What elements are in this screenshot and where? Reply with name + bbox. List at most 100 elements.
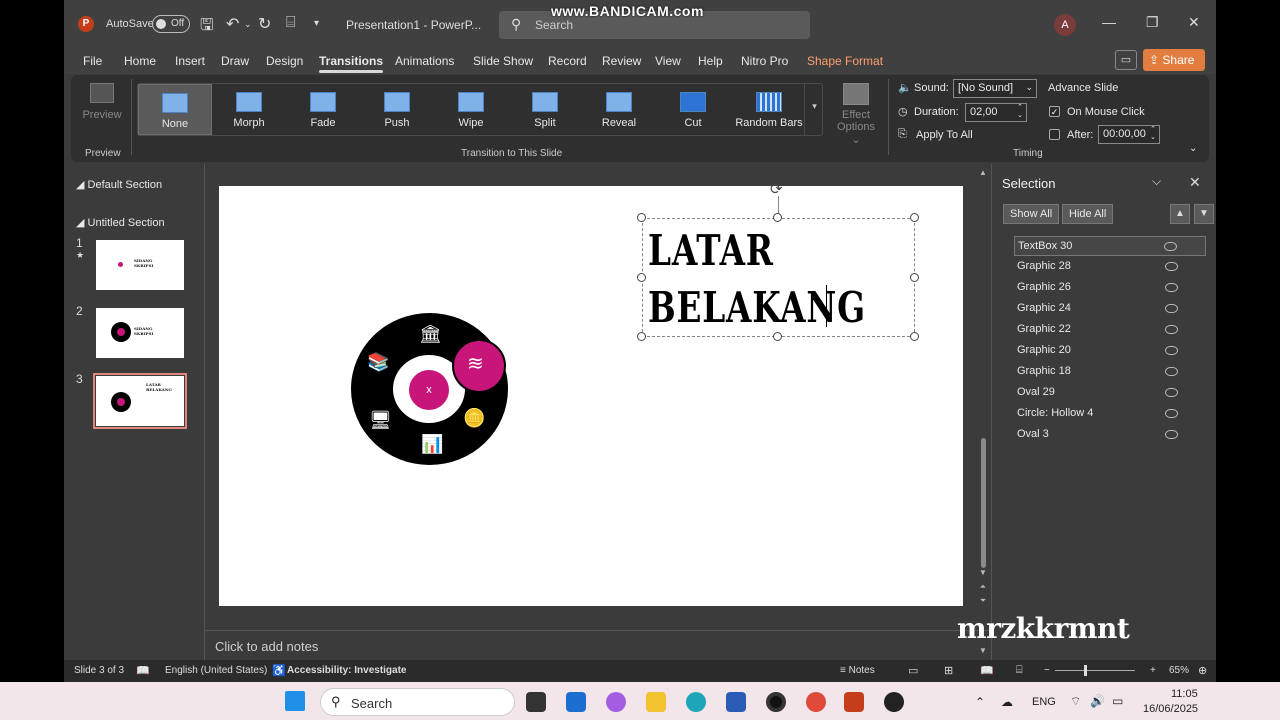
- collapse-ribbon-icon[interactable]: ⌄: [1189, 143, 1197, 154]
- tab-record[interactable]: Record: [548, 54, 587, 68]
- tab-view[interactable]: View: [655, 54, 681, 68]
- tab-draw[interactable]: Draw: [221, 54, 249, 68]
- bring-forward-icon[interactable]: ▲: [1170, 204, 1190, 224]
- oval-3-wheel[interactable]: x 🏛 ≋ 📚 🪙 🖥 📊: [351, 313, 508, 465]
- chrome-icon[interactable]: [806, 692, 826, 712]
- tab-animations[interactable]: Animations: [395, 54, 454, 68]
- transition-cut[interactable]: Cut: [656, 84, 730, 135]
- selection-item[interactable]: Circle: Hollow 4: [1014, 404, 1206, 424]
- pane-options-icon[interactable]: ⌵: [1152, 174, 1161, 189]
- scroll-up-icon[interactable]: ▲: [977, 168, 989, 177]
- section-default[interactable]: ◢ Default Section: [76, 178, 162, 191]
- preview-button[interactable]: Preview: [81, 81, 123, 131]
- transition-wipe[interactable]: Wipe: [434, 84, 508, 135]
- tab-insert[interactable]: Insert: [175, 54, 205, 68]
- coins-icon[interactable]: 🪙: [463, 409, 485, 427]
- section-untitled[interactable]: ◢ Untitled Section: [76, 216, 165, 229]
- duration-input[interactable]: 02,00 ⌃ ⌄: [965, 103, 1027, 122]
- selection-item[interactable]: Graphic 22: [1014, 320, 1206, 340]
- resize-handle-e[interactable]: [910, 273, 919, 282]
- volume-icon[interactable]: 🔊: [1090, 694, 1105, 708]
- selection-item[interactable]: Graphic 24: [1014, 299, 1206, 319]
- oval-center[interactable]: x: [409, 370, 449, 410]
- selection-item[interactable]: Graphic 26: [1014, 278, 1206, 298]
- visibility-eye-icon[interactable]: [1165, 367, 1178, 376]
- visibility-eye-icon[interactable]: [1165, 388, 1178, 397]
- present-icon[interactable]: ⌸: [286, 14, 296, 32]
- redo-icon[interactable]: ↻: [258, 14, 271, 34]
- resize-handle-nw[interactable]: [637, 213, 646, 222]
- transition-morph[interactable]: Morph: [212, 84, 286, 135]
- resize-handle-ne[interactable]: [910, 213, 919, 222]
- reading-view-icon[interactable]: 📖: [980, 664, 994, 677]
- visibility-eye-icon[interactable]: [1165, 430, 1178, 439]
- save-icon[interactable]: 🖫: [200, 14, 214, 41]
- after-spinner-icon[interactable]: ⌃ ⌄: [1150, 126, 1156, 142]
- store-icon[interactable]: [566, 692, 586, 712]
- clock-time[interactable]: 11:05: [1171, 688, 1198, 700]
- tab-home[interactable]: Home: [124, 54, 156, 68]
- spelling-icon[interactable]: 📖: [136, 664, 150, 677]
- computer-icon[interactable]: 🖥: [369, 411, 392, 429]
- zoom-out-icon[interactable]: −: [1044, 665, 1050, 676]
- undo-icon[interactable]: ↶: [226, 14, 239, 34]
- avatar[interactable]: A: [1054, 14, 1076, 36]
- word-icon[interactable]: [726, 692, 746, 712]
- zoom-in-icon[interactable]: +: [1150, 665, 1156, 676]
- taskbar-search[interactable]: ⚲ Search: [320, 688, 515, 716]
- battery-icon[interactable]: ▭: [1112, 694, 1123, 708]
- slide-thumbnail-2[interactable]: SIDANG SKRIPSI: [96, 308, 184, 358]
- selection-item[interactable]: Oval 3: [1014, 425, 1206, 445]
- language-label[interactable]: English (United States): [165, 665, 267, 676]
- customize-toolbar-icon[interactable]: ▾: [314, 18, 319, 29]
- tab-design[interactable]: Design: [266, 54, 303, 68]
- previous-slide-icon[interactable]: ⏶: [977, 582, 989, 592]
- wifi-icon[interactable]: ⌔: [1070, 694, 1081, 709]
- pane-close-icon[interactable]: ✕: [1189, 174, 1201, 191]
- accessibility-icon[interactable]: ♿: [272, 664, 286, 677]
- sound-select[interactable]: [No Sound] ⌄: [953, 79, 1037, 98]
- visibility-eye-icon[interactable]: [1165, 283, 1178, 292]
- hide-all-button[interactable]: Hide All: [1062, 204, 1114, 224]
- media-player-icon[interactable]: [884, 692, 904, 712]
- bandicam-icon[interactable]: [766, 692, 786, 712]
- transition-random-bars[interactable]: Random Bars: [730, 84, 808, 135]
- transition-push[interactable]: Push: [360, 84, 434, 135]
- effect-options-button[interactable]: Effect Options ⌄: [831, 83, 881, 146]
- visibility-eye-icon[interactable]: [1165, 325, 1178, 334]
- fit-slide-icon[interactable]: ⊕: [1198, 664, 1207, 677]
- tab-nitro-pro[interactable]: Nitro Pro: [741, 54, 788, 68]
- slide-thumbnail-3[interactable]: LATAR BELAKANG: [93, 373, 187, 429]
- file-explorer-icon[interactable]: [646, 692, 666, 712]
- input-language[interactable]: ENG: [1032, 696, 1056, 708]
- visibility-eye-icon[interactable]: [1165, 346, 1178, 355]
- resize-handle-sw[interactable]: [637, 332, 646, 341]
- restore-icon[interactable]: ❐: [1146, 14, 1159, 31]
- tray-overflow-icon[interactable]: ⌃: [975, 695, 985, 709]
- slide-thumbnail-1[interactable]: SIDANG SKRIPSI: [96, 240, 184, 290]
- visibility-eye-icon[interactable]: [1165, 304, 1178, 313]
- selection-item[interactable]: TextBox 30: [1014, 236, 1206, 256]
- minimize-icon[interactable]: —: [1102, 14, 1116, 30]
- slideshow-view-icon[interactable]: ⌸: [1016, 664, 1023, 677]
- transition-fade[interactable]: Fade: [286, 84, 360, 135]
- zoom-slider-knob[interactable]: [1084, 665, 1087, 676]
- selection-item[interactable]: Oval 29: [1014, 383, 1206, 403]
- tab-review[interactable]: Review: [602, 54, 641, 68]
- visibility-eye-icon[interactable]: [1164, 242, 1177, 251]
- after-input[interactable]: 00:00,00 ⌃ ⌄: [1098, 125, 1160, 144]
- normal-view-icon[interactable]: ▭: [908, 664, 918, 677]
- tab-shape-format[interactable]: Shape Format: [807, 54, 883, 68]
- next-slide-icon[interactable]: ⏷: [977, 596, 989, 606]
- resize-handle-w[interactable]: [637, 273, 646, 282]
- close-icon[interactable]: ✕: [1188, 14, 1200, 31]
- resize-handle-s[interactable]: [773, 332, 782, 341]
- share-button[interactable]: ⇪ Share: [1143, 49, 1205, 71]
- tab-file[interactable]: File: [83, 54, 102, 68]
- windows-start-icon[interactable]: [285, 691, 305, 711]
- transition-split[interactable]: Split: [508, 84, 582, 135]
- task-view-icon[interactable]: [526, 692, 546, 712]
- slide-title[interactable]: LATAR BELAKANG: [648, 222, 866, 336]
- visibility-eye-icon[interactable]: [1165, 409, 1178, 418]
- slide-sorter-icon[interactable]: ⊞: [944, 664, 953, 677]
